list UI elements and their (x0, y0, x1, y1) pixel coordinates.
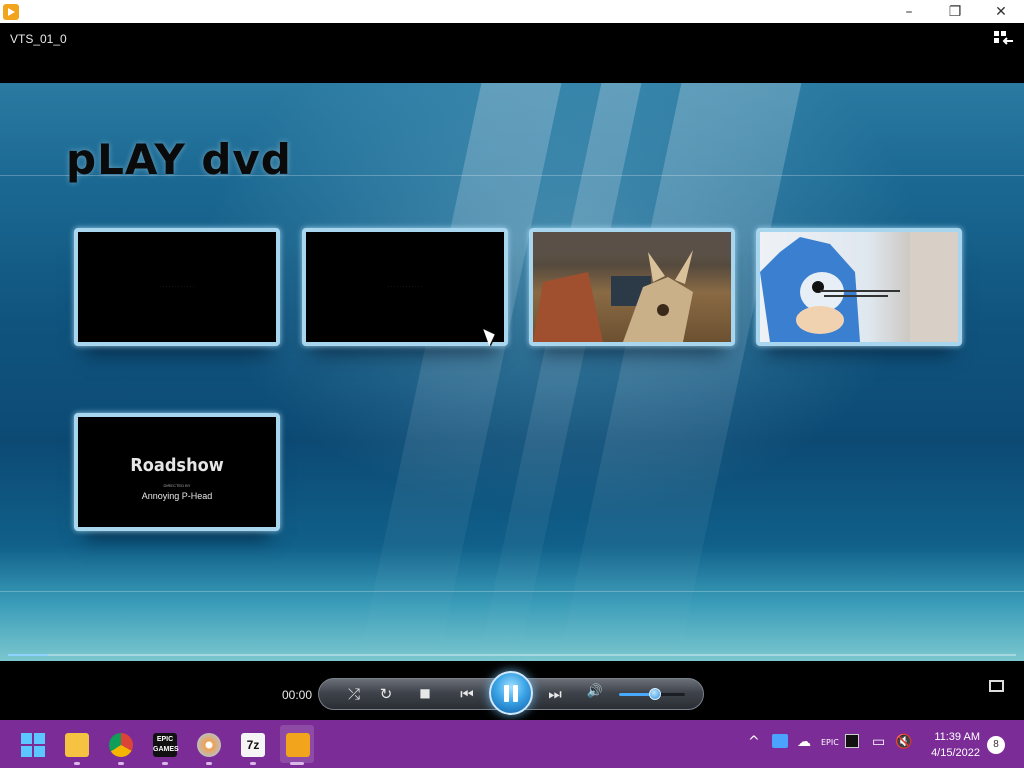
clock-date: 4/15/2022 (931, 747, 980, 759)
chapter-thumbnail-4[interactable] (756, 228, 962, 346)
thumbnail-caption: · · · · · · · · · · · · (159, 284, 195, 290)
seek-bar[interactable] (8, 654, 1016, 656)
chapter-thumbnail-3[interactable] (529, 228, 735, 346)
defender-icon[interactable] (772, 734, 788, 748)
epic-tray-icon[interactable]: EPIC (821, 738, 839, 747)
network-icon[interactable]: ▭ (872, 734, 885, 750)
minimize-button[interactable]: – (886, 0, 932, 23)
directed-by-label: DIRECTED BY (163, 483, 191, 488)
video-area[interactable]: pLAY dvd · · · · · · · · · · · · · · · ·… (0, 83, 1024, 661)
player-header: VTS_01_0 (0, 23, 1024, 83)
volume-icon[interactable]: 🔊 (585, 684, 605, 699)
elapsed-time: 00:00 (282, 688, 313, 702)
stop-icon[interactable]: ■ (416, 686, 434, 700)
folder-icon[interactable] (65, 733, 89, 757)
close-button[interactable]: ✕ (978, 0, 1024, 23)
seek-bar-fill (8, 654, 49, 656)
fox-scene-image (533, 232, 731, 342)
next-icon[interactable]: ⏭ (538, 685, 572, 703)
running-indicator (118, 762, 124, 765)
app-tray-icon[interactable] (845, 734, 859, 748)
7zip-icon[interactable]: 7z (241, 733, 265, 757)
pause-icon-bar (504, 685, 509, 702)
maximize-button[interactable]: ❐ (932, 0, 978, 23)
windows-start-icon[interactable] (21, 733, 45, 757)
active-indicator (290, 762, 304, 765)
media-player-icon[interactable] (286, 733, 310, 757)
show-hidden-icons-icon[interactable]: ^ (748, 734, 760, 750)
chapter-thumbnail-2[interactable]: · · · · · · · · · · · · (302, 228, 508, 346)
media-player-app-icon (3, 3, 19, 20)
onedrive-icon[interactable]: ☁ (797, 734, 811, 750)
running-indicator (250, 762, 256, 765)
clock-time: 11:39 AM (934, 731, 980, 743)
running-indicator (74, 762, 80, 765)
hedgehog-scene-image (760, 232, 958, 342)
playback-controls: 00:00 ⤮ ↻ ■ ⏮ ⏭ 🔊 (0, 661, 1024, 720)
author-name: Annoying P-Head (141, 491, 213, 501)
chapter-thumbnail-1[interactable]: · · · · · · · · · · · · (74, 228, 280, 346)
pause-button[interactable] (489, 671, 533, 715)
divider-line (0, 591, 1024, 592)
dvd-menu-title: pLAY dvd (66, 135, 292, 184)
pause-icon-bar (513, 685, 518, 702)
running-indicator (206, 762, 212, 765)
notification-badge[interactable]: 8 (987, 736, 1005, 754)
chrome-icon[interactable] (109, 733, 133, 757)
previous-icon[interactable]: ⏮ (450, 685, 484, 703)
fullscreen-icon[interactable] (989, 680, 1004, 692)
thumbnail-caption: · · · · · · · · · · · · (387, 284, 423, 290)
volume-slider[interactable] (619, 688, 685, 700)
volume-muted-icon[interactable]: 🔇 (895, 734, 912, 750)
disc-icon[interactable] (197, 733, 221, 757)
window-title-bar: – ❐ ✕ (0, 0, 1024, 23)
switch-to-library-icon[interactable] (994, 31, 1014, 47)
window-controls: – ❐ ✕ (886, 0, 1024, 23)
chapter-thumbnail-5[interactable]: Roadshow DIRECTED BY Annoying P-Head (74, 413, 280, 531)
shuffle-icon[interactable]: ⤮ (344, 685, 364, 703)
roadshow-title: Roadshow (130, 455, 224, 476)
repeat-icon[interactable]: ↻ (376, 685, 396, 703)
file-title: VTS_01_0 (10, 32, 67, 46)
running-indicator (162, 762, 168, 765)
clock[interactable]: 11:39 AM 4/15/2022 (931, 729, 980, 761)
taskbar: EPIC GAMES 7z ^ ☁ EPIC ▭ 🔇 11:39 AM 4/15/… (0, 720, 1024, 768)
epic-games-icon[interactable]: EPIC GAMES (153, 733, 179, 757)
